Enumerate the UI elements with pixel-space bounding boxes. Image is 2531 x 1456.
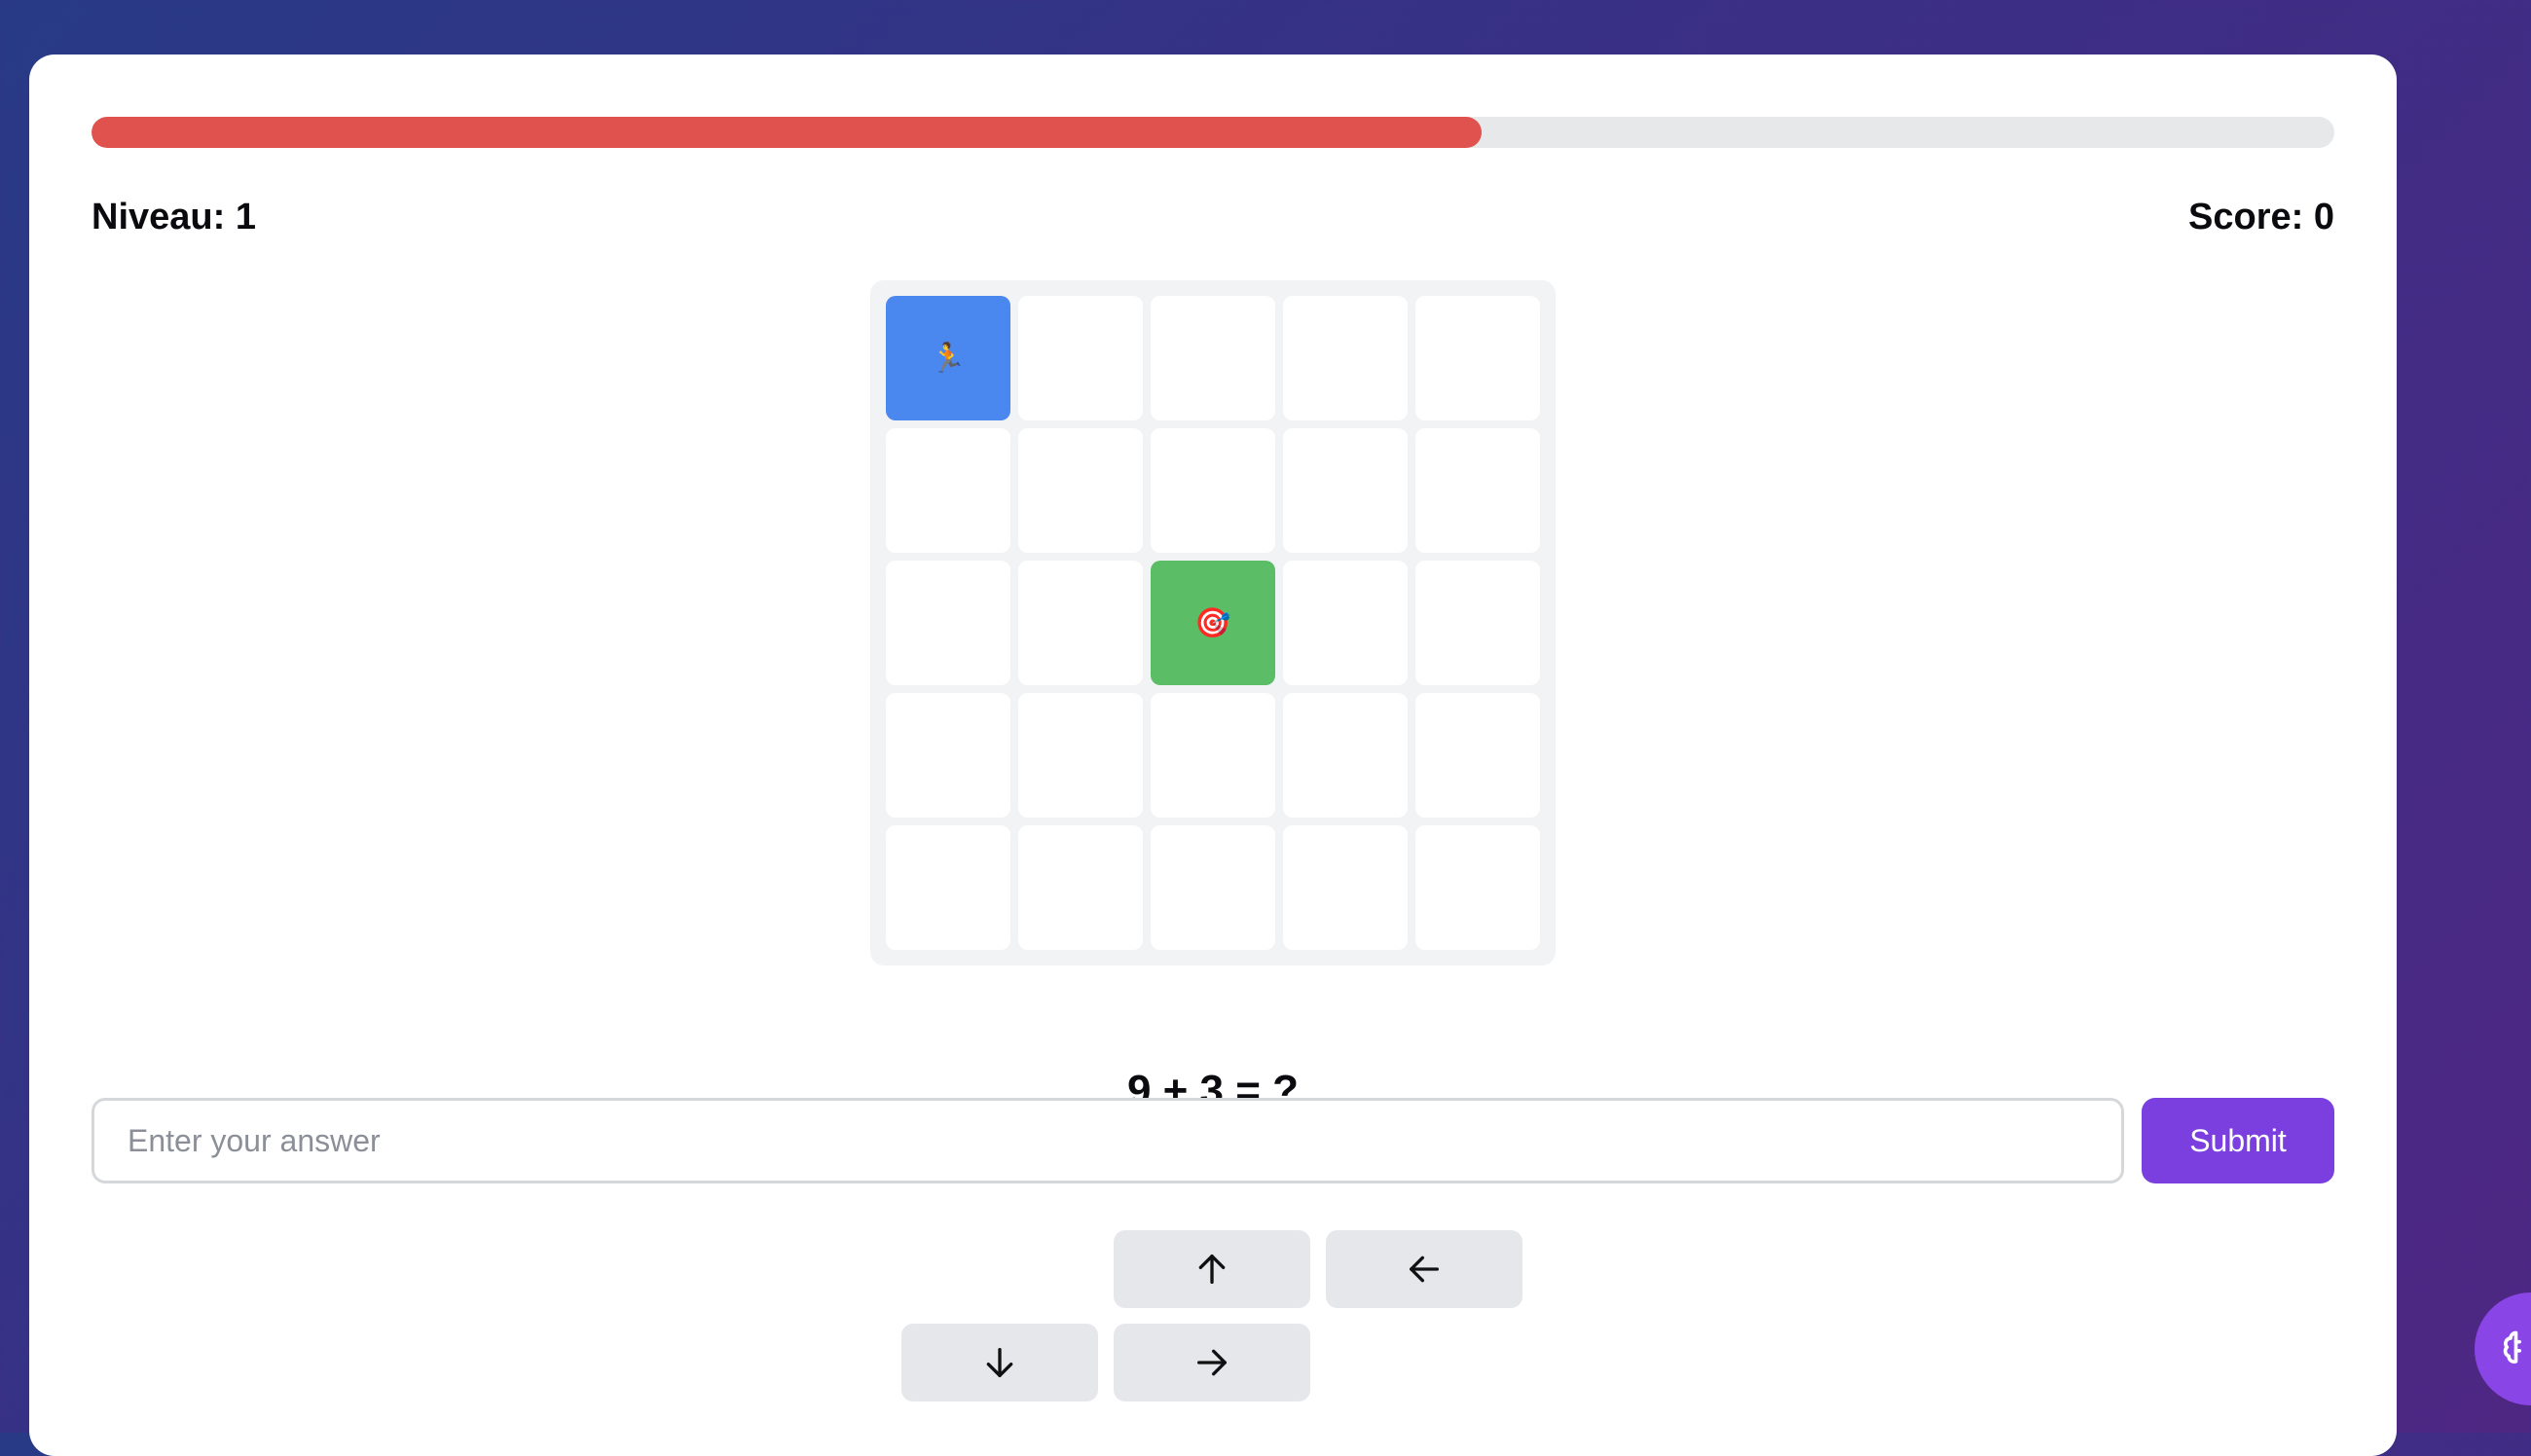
grid-cell — [886, 428, 1010, 553]
grid-cell — [886, 825, 1010, 950]
grid-cell — [1415, 296, 1540, 420]
grid-cell — [1018, 296, 1143, 420]
level-label: Niveau: 1 — [92, 197, 256, 237]
score-label: Score: 0 — [2188, 197, 2334, 237]
target-cell: 🎯 — [1151, 561, 1275, 685]
grid-cell — [1283, 825, 1408, 950]
progress-fill — [92, 117, 1483, 148]
move-left-button[interactable] — [1326, 1230, 1522, 1308]
submit-button[interactable]: Submit — [2142, 1098, 2334, 1183]
grid-cell — [1415, 693, 1540, 818]
grid-cell — [1415, 561, 1540, 685]
grid-cell — [1151, 296, 1275, 420]
game-board: 🏃 🎯 — [870, 280, 1556, 965]
answer-input[interactable] — [92, 1098, 2124, 1183]
grid-cell — [1283, 693, 1408, 818]
runner-icon: 🏃 — [930, 342, 967, 375]
grid-cell — [886, 693, 1010, 818]
grid-cell — [1018, 561, 1143, 685]
brain-icon — [2503, 1330, 2521, 1364]
target-icon: 🎯 — [1194, 606, 1231, 639]
arrow-up-icon — [1198, 1255, 1226, 1284]
grid-cell — [1018, 693, 1143, 818]
grid-cell — [1018, 428, 1143, 553]
grid-cell — [1415, 825, 1540, 950]
grid-cell — [1018, 825, 1143, 950]
arrow-down-icon — [986, 1348, 1013, 1377]
grid-cell — [1151, 825, 1275, 950]
grid-cell — [1283, 561, 1408, 685]
grid-cell — [1283, 428, 1408, 553]
move-up-button[interactable] — [1114, 1230, 1310, 1308]
move-down-button[interactable] — [901, 1324, 1098, 1401]
arrow-left-icon — [1410, 1256, 1439, 1283]
grid-cell — [1415, 428, 1540, 553]
grid-cell — [1151, 693, 1275, 818]
grid-cell — [1283, 296, 1408, 420]
progress-bar — [92, 117, 2334, 148]
grid-cell — [886, 561, 1010, 685]
game-card: Niveau: 1 Score: 0 🏃🎯 9 + 3 = ? Submit — [29, 55, 2397, 1456]
arrow-right-icon — [1197, 1349, 1227, 1376]
move-right-button[interactable] — [1114, 1324, 1310, 1401]
player-cell: 🏃 — [886, 296, 1010, 420]
grid-cell — [1151, 428, 1275, 553]
assistant-button[interactable] — [2475, 1292, 2531, 1405]
